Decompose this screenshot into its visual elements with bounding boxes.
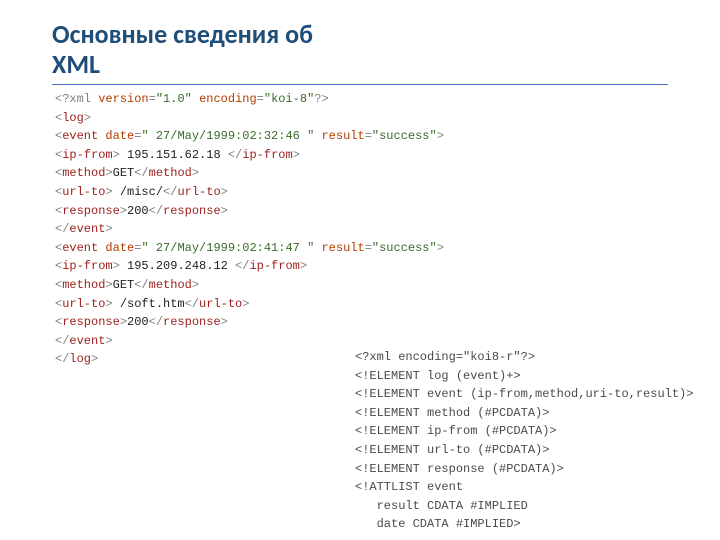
slide: Основные сведения об XML <?xml version="… [0,0,720,540]
xml-decl-open: <?xml [55,92,98,106]
xml-decl-attr1: version [98,92,148,106]
dtd-line-1: <?xml encoding="koi8-r"?> [355,350,535,364]
event1-method: GET [113,166,135,180]
dtd-line-8: <!ATTLIST event [355,480,463,494]
title-line-1: Основные сведения об [52,18,313,50]
xml-decl-attr2: encoding [199,92,257,106]
log-close: log [69,352,91,366]
dtd-line-5: <!ELEMENT ip-from (#PCDATA)> [355,424,557,438]
event1-url: /misc/ [113,185,163,199]
event2-ip: 195.209.248.12 [120,259,235,273]
event1-open: event [62,129,98,143]
event1-close: event [69,222,105,236]
title-line-2: XML [52,48,100,80]
slide-title: Основные сведения об XML [52,20,668,80]
xml-decl-val1: "1.0" [156,92,192,106]
event2-open: event [62,241,98,255]
dtd-line-2: <!ELEMENT log (event)+> [355,369,521,383]
dtd-line-3: <!ELEMENT event (ip-from,method,uri-to,r… [355,387,693,401]
dtd-block: <?xml encoding="koi8-r"?> <!ELEMENT log … [355,348,695,534]
event1-response: 200 [127,204,149,218]
dtd-line-10: date CDATA #IMPLIED> [355,517,521,531]
dtd-line-6: <!ELEMENT url-to (#PCDATA)> [355,443,549,457]
dtd-line-7: <!ELEMENT response (#PCDATA)> [355,462,564,476]
log-open: log [62,111,84,125]
event1-ip: 195.151.62.18 [120,148,228,162]
event2-url: /soft.htm [113,297,185,311]
dtd-line-4: <!ELEMENT method (#PCDATA)> [355,406,549,420]
title-underline [52,84,668,85]
event2-method: GET [113,278,135,292]
event2-response: 200 [127,315,149,329]
dtd-line-9: result CDATA #IMPLIED [355,499,528,513]
xml-decl-val2: "koi-8" [264,92,314,106]
xml-decl-close: ?> [314,92,328,106]
xml-sample: <?xml version="1.0" encoding="koi-8"?> <… [55,90,455,369]
event2-close: event [69,334,105,348]
